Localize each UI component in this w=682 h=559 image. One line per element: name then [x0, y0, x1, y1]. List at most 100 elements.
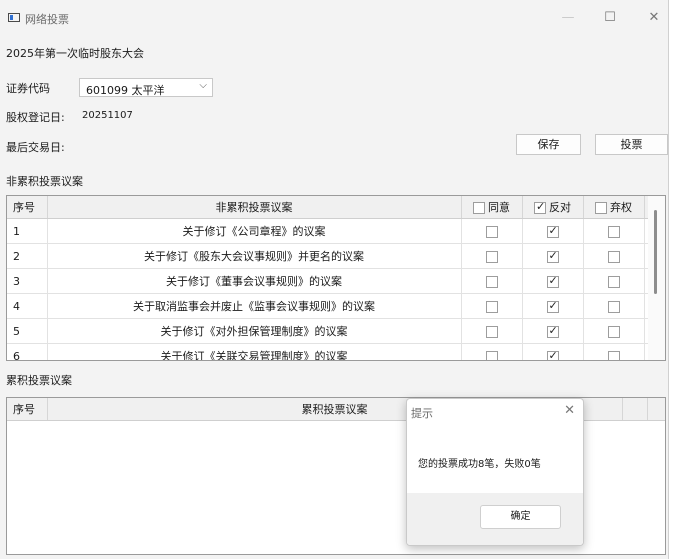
row-against-cell — [522, 343, 584, 360]
row-title-cell: 关于取消监事会并废止《监事会议事规则》的议案 — [47, 293, 462, 319]
row-agree-cell — [461, 318, 523, 344]
row-agree-cell — [461, 293, 523, 319]
column-header-abstain[interactable]: 弃权 — [583, 196, 645, 219]
chevron-down-icon: ⌵ — [199, 80, 207, 91]
row-abstain-cell — [583, 218, 645, 244]
row-against-cell — [522, 318, 584, 344]
abstain-checkbox[interactable] — [607, 275, 620, 288]
security-code-label: 证券代码 — [6, 82, 50, 95]
table-row[interactable]: 2 关于修订《股东大会议事规则》并更名的议案 — [7, 243, 651, 269]
agree-checkbox[interactable] — [485, 325, 498, 338]
dialog-close-icon[interactable]: ✕ — [564, 403, 575, 418]
abstain-checkbox[interactable] — [607, 300, 620, 313]
agree-checkbox[interactable] — [485, 350, 498, 360]
security-code-value: 601099 太平洋 — [86, 84, 165, 97]
abstain-checkbox[interactable] — [607, 325, 620, 338]
row-seq-cell: 6 — [7, 343, 48, 361]
row-agree-cell — [461, 268, 523, 294]
table-scrollbar-thumb[interactable] — [654, 210, 657, 294]
against-checkbox[interactable] — [546, 249, 559, 263]
row-title-cell: 关于修订《公司章程》的议案 — [47, 218, 462, 244]
row-abstain-cell — [583, 343, 645, 360]
column-header-against[interactable]: 反对 — [522, 196, 584, 219]
row-against-cell — [522, 243, 584, 269]
table-row[interactable]: 4 关于取消监事会并废止《监事会议事规则》的议案 — [7, 293, 651, 319]
against-checkbox[interactable] — [546, 274, 559, 288]
row-title-cell: 关于修订《关联交易管理制度》的议案 — [47, 343, 462, 361]
app-icon — [8, 13, 20, 22]
row-title-cell: 关于修订《股东大会议事规则》并更名的议案 — [47, 243, 462, 269]
against-checkbox[interactable] — [546, 224, 559, 238]
main-window: 网络投票 — ☐ ✕ 2025年第一次临时股东大会 证券代码 601099 太平… — [0, 0, 669, 559]
row-against-cell — [522, 268, 584, 294]
column-header-title: 非累积投票议案 — [47, 196, 462, 219]
row-title-cell: 关于修订《对外担保管理制度》的议案 — [47, 318, 462, 344]
against-checkbox[interactable] — [546, 299, 559, 313]
row-seq: 1 — [13, 224, 20, 238]
against-checkbox[interactable] — [546, 324, 559, 338]
noncumulative-table: 序号 非累积投票议案 同意 反对 弃权 1 关于修订《公司章程》的议案 2 关于修订《… — [6, 195, 666, 361]
row-against-cell — [522, 293, 584, 319]
row-seq-cell: 1 — [7, 218, 48, 244]
table-header-row: 序号 非累积投票议案 同意 反对 弃权 — [7, 196, 651, 219]
vote-button[interactable]: 投票 — [595, 134, 668, 155]
row-title: 关于修订《公司章程》的议案 — [182, 225, 326, 238]
column-header-agree[interactable]: 同意 — [461, 196, 523, 219]
security-code-select[interactable]: 601099 太平洋 ⌵ — [79, 78, 213, 97]
dialog-title: 提示 — [411, 407, 433, 420]
row-agree-cell — [461, 243, 523, 269]
agree-all-checkbox[interactable] — [473, 202, 485, 214]
row-title: 关于修订《关联交易管理制度》的议案 — [160, 350, 348, 361]
row-seq-cell: 2 — [7, 243, 48, 269]
background-strip — [669, 0, 682, 559]
agree-checkbox[interactable] — [485, 275, 498, 288]
agree-checkbox[interactable] — [485, 225, 498, 238]
abstain-all-checkbox[interactable] — [595, 202, 607, 214]
table-row[interactable]: 1 关于修订《公司章程》的议案 — [7, 218, 651, 244]
meeting-name: 2025年第一次临时股东大会 — [6, 47, 144, 60]
save-button[interactable]: 保存 — [516, 134, 581, 155]
row-seq-cell: 3 — [7, 268, 48, 294]
row-title: 关于修订《对外担保管理制度》的议案 — [160, 325, 348, 338]
row-agree-cell — [461, 218, 523, 244]
table-scrollbar-track[interactable] — [648, 196, 665, 360]
row-seq: 3 — [13, 274, 20, 288]
row-title: 关于修订《股东大会议事规则》并更名的议案 — [144, 250, 364, 263]
against-all-checkbox[interactable] — [534, 200, 546, 214]
abstain-checkbox[interactable] — [607, 225, 620, 238]
row-abstain-cell — [583, 293, 645, 319]
close-button[interactable]: ✕ — [634, 6, 674, 30]
row-abstain-cell — [583, 318, 645, 344]
title-bar: 网络投票 — ☐ ✕ — [0, 0, 668, 34]
row-against-cell — [522, 218, 584, 244]
window-title: 网络投票 — [25, 13, 69, 26]
dialog-message: 您的投票成功8笔，失败0笔 — [418, 459, 541, 470]
row-seq-cell: 5 — [7, 318, 48, 344]
column-header-seq: 序号 — [7, 398, 48, 421]
dialog-ok-button[interactable]: 确定 — [480, 505, 561, 529]
row-agree-cell — [461, 343, 523, 360]
agree-checkbox[interactable] — [485, 300, 498, 313]
agree-checkbox[interactable] — [485, 250, 498, 263]
table-row[interactable]: 3 关于修订《董事会议事规则》的议案 — [7, 268, 651, 294]
table-row[interactable]: 5 关于修订《对外担保管理制度》的议案 — [7, 318, 651, 344]
row-abstain-cell — [583, 243, 645, 269]
minimize-button[interactable]: — — [548, 6, 588, 30]
row-title-cell: 关于修订《董事会议事规则》的议案 — [47, 268, 462, 294]
against-checkbox[interactable] — [546, 349, 559, 360]
cumulative-section-label: 累积投票议案 — [6, 374, 72, 387]
noncumulative-section-label: 非累积投票议案 — [6, 175, 83, 188]
column-header-seq: 序号 — [7, 196, 48, 219]
last-trade-date-label: 最后交易日: — [6, 141, 65, 154]
row-seq: 6 — [13, 349, 20, 361]
maximize-button[interactable]: ☐ — [590, 6, 630, 30]
table-row[interactable]: 6 关于修订《关联交易管理制度》的议案 — [7, 343, 651, 361]
row-seq-cell: 4 — [7, 293, 48, 319]
row-seq: 5 — [13, 324, 20, 338]
abstain-checkbox[interactable] — [607, 350, 620, 360]
row-title: 关于取消监事会并废止《监事会议事规则》的议案 — [133, 300, 375, 313]
row-abstain-cell — [583, 268, 645, 294]
record-date-value: 20251107 — [82, 110, 133, 121]
row-seq: 4 — [13, 299, 20, 313]
abstain-checkbox[interactable] — [607, 250, 620, 263]
